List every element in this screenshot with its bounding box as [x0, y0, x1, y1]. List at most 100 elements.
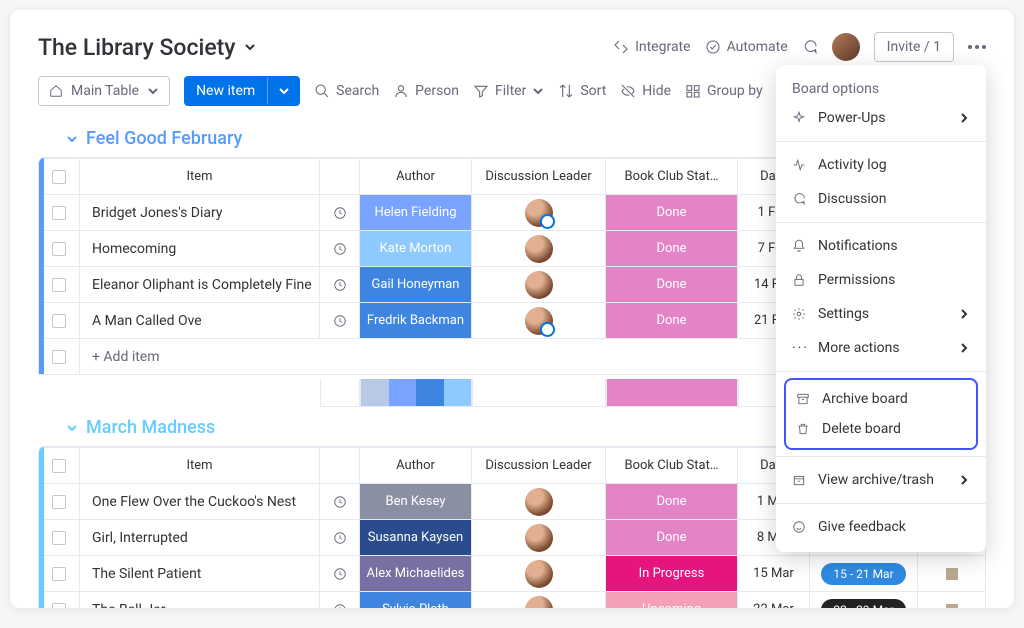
menu-discussion[interactable]: Discussion — [776, 182, 986, 216]
column-header-status[interactable]: Book Club Stat… — [605, 159, 737, 194]
search-button[interactable]: Search — [314, 83, 379, 99]
item-name[interactable]: Eleanor Oliphant is Completely Fine — [79, 267, 319, 302]
leader-cell[interactable] — [471, 231, 605, 266]
item-name[interactable]: The Silent Patient — [79, 556, 319, 591]
table-row[interactable]: The Bell Jar Sylvia Plath Upcoming 22 Ma… — [39, 591, 985, 608]
menu-archive-board[interactable]: Archive board — [786, 384, 976, 414]
author-cell[interactable]: Gail Honeyman — [359, 267, 471, 302]
open-conversation[interactable] — [319, 303, 359, 338]
user-avatar[interactable] — [832, 33, 860, 61]
leader-cell[interactable] — [471, 484, 605, 519]
integrate-button[interactable]: Integrate — [613, 39, 691, 55]
table-row[interactable]: The Silent Patient Alex Michaelides In P… — [39, 555, 985, 591]
timeline-cell[interactable]: 15 - 21 Mar — [809, 556, 917, 591]
filter-button[interactable]: Filter — [473, 83, 544, 99]
item-name[interactable]: One Flew Over the Cuckoo's Nest — [79, 484, 319, 519]
group-by-button[interactable]: Group by — [685, 83, 763, 99]
column-header-author[interactable]: Author — [359, 159, 471, 194]
file-thumbnail[interactable] — [946, 604, 958, 609]
status-cell[interactable]: Done — [605, 231, 737, 266]
status-cell[interactable]: In Progress — [605, 556, 737, 591]
chevron-right-icon — [958, 112, 970, 124]
leader-cell[interactable] — [471, 303, 605, 338]
author-cell[interactable]: Ben Kesey — [359, 484, 471, 519]
open-conversation[interactable] — [319, 195, 359, 230]
timeline-cell[interactable]: 22 - 29 Mar — [809, 592, 917, 608]
date-cell[interactable]: 22 Mar — [737, 592, 809, 608]
row-checkbox[interactable] — [39, 267, 79, 302]
column-header-leader[interactable]: Discussion Leader — [471, 159, 605, 194]
invite-button[interactable]: Invite / 1 — [874, 32, 954, 62]
author-cell[interactable]: Helen Fielding — [359, 195, 471, 230]
author-cell[interactable]: Fredrik Backman — [359, 303, 471, 338]
leader-cell[interactable] — [471, 195, 605, 230]
discussion-icon-button[interactable] — [802, 39, 818, 55]
chevron-down-icon — [66, 422, 78, 434]
leader-cell[interactable] — [471, 267, 605, 302]
row-checkbox[interactable] — [39, 195, 79, 230]
row-checkbox[interactable] — [39, 303, 79, 338]
chevron-down-icon — [66, 133, 78, 145]
person-filter[interactable]: Person — [393, 83, 459, 99]
file-thumbnail[interactable] — [946, 568, 958, 580]
select-all-checkbox[interactable] — [39, 448, 79, 483]
status-cell[interactable]: Done — [605, 267, 737, 302]
menu-view-archive[interactable]: View archive/trash — [776, 463, 986, 497]
status-cell[interactable]: Done — [605, 484, 737, 519]
view-selector[interactable]: Main Table — [38, 76, 170, 106]
open-conversation[interactable] — [319, 592, 359, 608]
lock-icon — [792, 273, 806, 287]
column-header-author[interactable]: Author — [359, 448, 471, 483]
leader-cell[interactable] — [471, 592, 605, 608]
file-cell[interactable] — [917, 556, 985, 591]
more-options-button[interactable] — [968, 45, 986, 49]
row-checkbox[interactable] — [39, 592, 79, 608]
item-name[interactable]: Girl, Interrupted — [79, 520, 319, 555]
column-header-status[interactable]: Book Club Stat… — [605, 448, 737, 483]
author-cell[interactable]: Kate Morton — [359, 231, 471, 266]
sort-button[interactable]: Sort — [558, 83, 606, 99]
row-checkbox[interactable] — [39, 484, 79, 519]
file-cell[interactable] — [917, 592, 985, 608]
item-name[interactable]: The Bell Jar — [79, 592, 319, 608]
menu-delete-board[interactable]: Delete board — [786, 414, 976, 444]
status-cell[interactable]: Done — [605, 195, 737, 230]
menu-power-ups[interactable]: Power-Ups — [776, 101, 986, 135]
hide-button[interactable]: Hide — [620, 83, 671, 99]
open-conversation[interactable] — [319, 556, 359, 591]
menu-notifications[interactable]: Notifications — [776, 229, 986, 263]
new-item-dropdown[interactable] — [267, 78, 300, 104]
column-header-item[interactable]: Item — [79, 448, 319, 483]
menu-feedback[interactable]: Give feedback — [776, 510, 986, 544]
board-title[interactable]: The Library Society — [38, 34, 256, 61]
row-checkbox[interactable] — [39, 520, 79, 555]
select-all-checkbox[interactable] — [39, 159, 79, 194]
automate-button[interactable]: Automate — [705, 39, 788, 55]
author-cell[interactable]: Sylvia Plath — [359, 592, 471, 608]
open-conversation[interactable] — [319, 231, 359, 266]
hide-icon — [620, 83, 636, 99]
item-name[interactable]: Homecoming — [79, 231, 319, 266]
menu-more-actions[interactable]: ··· More actions — [776, 331, 986, 365]
row-checkbox[interactable] — [39, 231, 79, 266]
column-header-leader[interactable]: Discussion Leader — [471, 448, 605, 483]
status-cell[interactable]: Done — [605, 303, 737, 338]
menu-settings[interactable]: Settings — [776, 297, 986, 331]
new-item-button[interactable]: New item — [184, 76, 300, 106]
author-cell[interactable]: Alex Michaelides — [359, 556, 471, 591]
column-header-item[interactable]: Item — [79, 159, 319, 194]
status-cell[interactable]: Done — [605, 520, 737, 555]
menu-permissions[interactable]: Permissions — [776, 263, 986, 297]
author-cell[interactable]: Susanna Kaysen — [359, 520, 471, 555]
row-checkbox[interactable] — [39, 556, 79, 591]
status-cell[interactable]: Upcoming — [605, 592, 737, 608]
leader-cell[interactable] — [471, 520, 605, 555]
open-conversation[interactable] — [319, 520, 359, 555]
open-conversation[interactable] — [319, 484, 359, 519]
item-name[interactable]: Bridget Jones's Diary — [79, 195, 319, 230]
menu-activity-log[interactable]: Activity log — [776, 148, 986, 182]
date-cell[interactable]: 15 Mar — [737, 556, 809, 591]
leader-cell[interactable] — [471, 556, 605, 591]
open-conversation[interactable] — [319, 267, 359, 302]
item-name[interactable]: A Man Called Ove — [79, 303, 319, 338]
